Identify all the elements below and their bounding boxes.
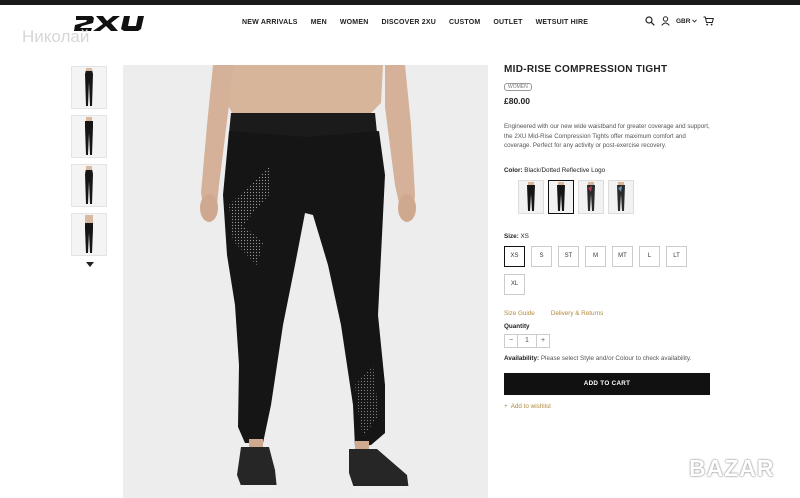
site-header: Николай NEW ARRIVALS MEN WOMEN DISCOVER … (0, 5, 800, 46)
size-option-xs[interactable]: XS (504, 245, 525, 267)
size-guide-link[interactable]: Size Guide (504, 310, 535, 317)
size-selector-label: Size: XS (504, 233, 714, 240)
quantity-increase-button[interactable]: + (536, 333, 550, 348)
availability-text: Please select Style and/or Colour to che… (540, 354, 692, 362)
quantity-stepper: − 1 + (504, 333, 714, 348)
size-label: Size: (504, 232, 519, 240)
thumbnail-scroll-down-icon[interactable] (85, 262, 94, 267)
size-option-l[interactable]: L (639, 245, 660, 267)
product-title: MID-RISE COMPRESSION TIGHT (504, 64, 668, 75)
quantity-label: Quantity (504, 322, 530, 330)
thumbnail-list (71, 66, 108, 267)
quantity-input[interactable]: 1 (518, 333, 536, 348)
nav-women[interactable]: WOMEN (340, 19, 369, 26)
category-badge: WOMEN (504, 83, 532, 91)
availability-label: Availability: (504, 354, 540, 362)
product-main-image[interactable] (123, 65, 488, 498)
size-value: XS (520, 232, 529, 240)
wishlist-label: Add to wishlist (510, 402, 551, 410)
size-option-mt[interactable]: MT (612, 245, 633, 267)
nav-discover[interactable]: DISCOVER 2XU (381, 19, 436, 26)
size-option-s[interactable]: S (531, 245, 552, 267)
nav-outlet[interactable]: OUTLET (493, 19, 522, 26)
header-icons: GBR (645, 16, 715, 26)
user-icon[interactable] (661, 16, 670, 26)
region-label: GBR (676, 17, 691, 25)
main-nav: NEW ARRIVALS MEN WOMEN DISCOVER 2XU CUST… (242, 19, 601, 26)
thumbnail-detail[interactable] (71, 213, 107, 256)
watermark-text: Николай (22, 27, 90, 46)
nav-men[interactable]: MEN (311, 19, 327, 26)
color-swatch-2[interactable] (548, 179, 574, 214)
availability-message: Availability: Please select Style and/or… (504, 354, 694, 364)
color-swatch-1[interactable] (518, 179, 544, 214)
nav-custom[interactable]: CUSTOM (449, 19, 480, 26)
size-option-lt[interactable]: LT (666, 245, 687, 267)
product-info-panel: MID-RISE COMPRESSION TIGHT WOMEN £80.00 … (504, 61, 714, 410)
size-option-m[interactable]: M (585, 245, 606, 267)
color-swatches (518, 179, 714, 214)
product-price: £80.00 (504, 96, 530, 106)
size-option-st[interactable]: ST (558, 245, 579, 267)
thumbnail-front[interactable] (71, 66, 107, 109)
product-description: Engineered with our new wide waistband f… (504, 123, 710, 149)
bazar-watermark-text: BAZAR (689, 455, 775, 481)
color-value: Black/Dotted Reflective Logo (524, 166, 606, 174)
size-options: XS S ST M MT L LT XL (504, 245, 714, 302)
cart-icon[interactable] (703, 16, 715, 26)
thumbnail-side[interactable] (71, 164, 107, 207)
plus-icon: + (504, 402, 508, 410)
delivery-returns-link[interactable]: Delivery & Returns (551, 310, 604, 317)
size-option-xl[interactable]: XL (504, 273, 525, 295)
info-links: Size Guide Delivery & Returns (504, 310, 714, 317)
color-swatch-3[interactable] (578, 179, 604, 214)
color-swatch-4[interactable] (608, 179, 634, 214)
chevron-down-icon (692, 19, 698, 23)
quantity-decrease-button[interactable]: − (504, 333, 518, 348)
color-label: Color: (504, 166, 523, 174)
thumbnail-back[interactable] (71, 115, 107, 158)
nav-wetsuit-hire[interactable]: WETSUIT HIRE (536, 19, 589, 26)
search-icon[interactable] (645, 16, 655, 26)
region-selector[interactable]: GBR (676, 17, 698, 25)
add-to-cart-button[interactable]: ADD TO CART (504, 372, 710, 395)
color-selector-label: Color: Black/Dotted Reflective Logo (504, 167, 714, 174)
nav-new-arrivals[interactable]: NEW ARRIVALS (242, 19, 298, 26)
add-to-wishlist-link[interactable]: + Add to wishlist (504, 403, 714, 410)
bazar-watermark: BAZAR (689, 449, 793, 489)
